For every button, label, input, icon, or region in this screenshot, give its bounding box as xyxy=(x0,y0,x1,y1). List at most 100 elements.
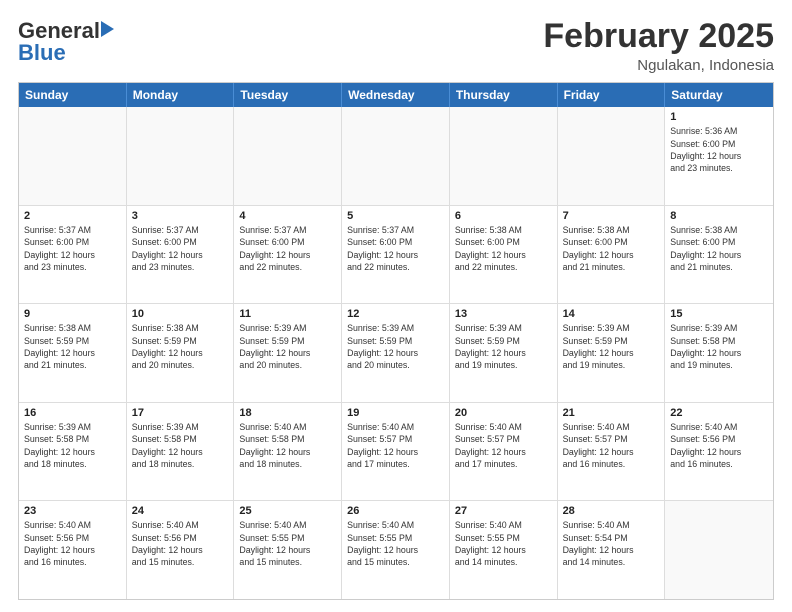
day-number: 9 xyxy=(24,308,121,320)
day-cell-3: 3 Sunrise: 5:37 AM Sunset: 6:00 PM Daylig… xyxy=(127,206,235,304)
day-number: 25 xyxy=(239,505,336,517)
day-cell-2: 2 Sunrise: 5:37 AM Sunset: 6:00 PM Daylig… xyxy=(19,206,127,304)
day-info: Sunrise: 5:40 AM Sunset: 5:58 PM Dayligh… xyxy=(239,421,336,470)
day-info: Sunrise: 5:39 AM Sunset: 5:58 PM Dayligh… xyxy=(670,322,768,371)
day-number: 5 xyxy=(347,210,444,222)
day-info: Sunrise: 5:40 AM Sunset: 5:54 PM Dayligh… xyxy=(563,519,660,568)
calendar-week-1: 1 Sunrise: 5:36 AM Sunset: 6:00 PM Daylig… xyxy=(19,107,773,206)
day-number: 16 xyxy=(24,407,121,419)
day-info: Sunrise: 5:40 AM Sunset: 5:55 PM Dayligh… xyxy=(239,519,336,568)
day-cell-19: 19Sunrise: 5:40 AM Sunset: 5:57 PM Dayli… xyxy=(342,403,450,501)
title-block: February 2025 Ngulakan, Indonesia xyxy=(543,18,774,74)
day-number: 26 xyxy=(347,505,444,517)
header: General Blue February 2025 Ngulakan, Ind… xyxy=(18,18,774,74)
day-info: Sunrise: 5:36 AM Sunset: 6:00 PM Dayligh… xyxy=(670,125,768,174)
day-info: Sunrise: 5:39 AM Sunset: 5:59 PM Dayligh… xyxy=(239,322,336,371)
day-cell-14: 14Sunrise: 5:39 AM Sunset: 5:59 PM Dayli… xyxy=(558,304,666,402)
day-number: 24 xyxy=(132,505,229,517)
day-cell-12: 12 Sunrise: 5:39 AM Sunset: 5:59 PM Dayli… xyxy=(342,304,450,402)
day-cell-26: 26 Sunrise: 5:40 AM Sunset: 5:55 PM Dayli… xyxy=(342,501,450,599)
page: General Blue February 2025 Ngulakan, Ind… xyxy=(0,0,792,612)
day-number: 28 xyxy=(563,505,660,517)
day-number: 1 xyxy=(670,111,768,123)
day-number: 23 xyxy=(24,505,121,517)
day-info: Sunrise: 5:37 AM Sunset: 6:00 PM Dayligh… xyxy=(132,224,229,273)
day-info: Sunrise: 5:38 AM Sunset: 6:00 PM Dayligh… xyxy=(563,224,660,273)
day-info: Sunrise: 5:38 AM Sunset: 6:00 PM Dayligh… xyxy=(670,224,768,273)
location: Ngulakan, Indonesia xyxy=(543,57,774,74)
day-cell-15: 15 Sunrise: 5:39 AM Sunset: 5:58 PM Dayli… xyxy=(665,304,773,402)
day-cell-16: 16 Sunrise: 5:39 AM Sunset: 5:58 PM Dayli… xyxy=(19,403,127,501)
day-number: 10 xyxy=(132,308,229,320)
calendar-week-3: 9 Sunrise: 5:38 AM Sunset: 5:59 PM Daylig… xyxy=(19,304,773,403)
day-number: 15 xyxy=(670,308,768,320)
calendar-body: 1 Sunrise: 5:36 AM Sunset: 6:00 PM Daylig… xyxy=(19,107,773,599)
day-cell-25: 25 Sunrise: 5:40 AM Sunset: 5:55 PM Dayli… xyxy=(234,501,342,599)
day-cell-empty-0-2 xyxy=(234,107,342,205)
day-info: Sunrise: 5:37 AM Sunset: 6:00 PM Dayligh… xyxy=(239,224,336,273)
day-info: Sunrise: 5:40 AM Sunset: 5:57 PM Dayligh… xyxy=(455,421,552,470)
day-info: Sunrise: 5:39 AM Sunset: 5:58 PM Dayligh… xyxy=(24,421,121,470)
day-cell-empty-0-5 xyxy=(558,107,666,205)
day-info: Sunrise: 5:37 AM Sunset: 6:00 PM Dayligh… xyxy=(24,224,121,273)
day-cell-4: 4 Sunrise: 5:37 AM Sunset: 6:00 PM Daylig… xyxy=(234,206,342,304)
day-cell-7: 7Sunrise: 5:38 AM Sunset: 6:00 PM Daylig… xyxy=(558,206,666,304)
day-number: 8 xyxy=(670,210,768,222)
day-cell-8: 8 Sunrise: 5:38 AM Sunset: 6:00 PM Daylig… xyxy=(665,206,773,304)
day-info: Sunrise: 5:39 AM Sunset: 5:59 PM Dayligh… xyxy=(347,322,444,371)
day-info: Sunrise: 5:40 AM Sunset: 5:57 PM Dayligh… xyxy=(563,421,660,470)
day-cell-28: 28 Sunrise: 5:40 AM Sunset: 5:54 PM Dayli… xyxy=(558,501,666,599)
day-cell-empty-0-4 xyxy=(450,107,558,205)
day-info: Sunrise: 5:39 AM Sunset: 5:59 PM Dayligh… xyxy=(563,322,660,371)
day-cell-11: 11 Sunrise: 5:39 AM Sunset: 5:59 PM Dayli… xyxy=(234,304,342,402)
day-cell-24: 24Sunrise: 5:40 AM Sunset: 5:56 PM Dayli… xyxy=(127,501,235,599)
day-cell-empty-0-1 xyxy=(127,107,235,205)
calendar: SundayMondayTuesdayWednesdayThursdayFrid… xyxy=(18,82,774,600)
day-number: 27 xyxy=(455,505,552,517)
header-day-thursday: Thursday xyxy=(450,83,558,107)
day-cell-empty-4-6 xyxy=(665,501,773,599)
day-number: 21 xyxy=(563,407,660,419)
header-day-tuesday: Tuesday xyxy=(234,83,342,107)
day-number: 11 xyxy=(239,308,336,320)
day-info: Sunrise: 5:40 AM Sunset: 5:55 PM Dayligh… xyxy=(347,519,444,568)
day-cell-17: 17 Sunrise: 5:39 AM Sunset: 5:58 PM Dayli… xyxy=(127,403,235,501)
day-cell-27: 27 Sunrise: 5:40 AM Sunset: 5:55 PM Dayli… xyxy=(450,501,558,599)
calendar-header: SundayMondayTuesdayWednesdayThursdayFrid… xyxy=(19,83,773,107)
day-number: 18 xyxy=(239,407,336,419)
day-number: 12 xyxy=(347,308,444,320)
day-cell-18: 18 Sunrise: 5:40 AM Sunset: 5:58 PM Dayli… xyxy=(234,403,342,501)
day-info: Sunrise: 5:39 AM Sunset: 5:59 PM Dayligh… xyxy=(455,322,552,371)
day-cell-22: 22Sunrise: 5:40 AM Sunset: 5:56 PM Dayli… xyxy=(665,403,773,501)
day-number: 4 xyxy=(239,210,336,222)
day-info: Sunrise: 5:38 AM Sunset: 5:59 PM Dayligh… xyxy=(132,322,229,371)
day-number: 2 xyxy=(24,210,121,222)
header-day-monday: Monday xyxy=(127,83,235,107)
day-number: 17 xyxy=(132,407,229,419)
day-cell-13: 13 Sunrise: 5:39 AM Sunset: 5:59 PM Dayli… xyxy=(450,304,558,402)
day-cell-empty-0-3 xyxy=(342,107,450,205)
day-cell-9: 9Sunrise: 5:38 AM Sunset: 5:59 PM Daylig… xyxy=(19,304,127,402)
calendar-week-4: 16 Sunrise: 5:39 AM Sunset: 5:58 PM Dayli… xyxy=(19,403,773,502)
day-info: Sunrise: 5:40 AM Sunset: 5:56 PM Dayligh… xyxy=(24,519,121,568)
day-cell-1: 1 Sunrise: 5:36 AM Sunset: 6:00 PM Daylig… xyxy=(665,107,773,205)
day-info: Sunrise: 5:40 AM Sunset: 5:55 PM Dayligh… xyxy=(455,519,552,568)
day-cell-23: 23 Sunrise: 5:40 AM Sunset: 5:56 PM Dayli… xyxy=(19,501,127,599)
month-title: February 2025 xyxy=(543,18,774,55)
logo-blue-text: Blue xyxy=(18,40,66,66)
day-number: 19 xyxy=(347,407,444,419)
calendar-week-2: 2 Sunrise: 5:37 AM Sunset: 6:00 PM Daylig… xyxy=(19,206,773,305)
day-info: Sunrise: 5:39 AM Sunset: 5:58 PM Dayligh… xyxy=(132,421,229,470)
day-cell-6: 6 Sunrise: 5:38 AM Sunset: 6:00 PM Daylig… xyxy=(450,206,558,304)
day-number: 6 xyxy=(455,210,552,222)
day-cell-21: 21 Sunrise: 5:40 AM Sunset: 5:57 PM Dayli… xyxy=(558,403,666,501)
header-day-sunday: Sunday xyxy=(19,83,127,107)
header-day-friday: Friday xyxy=(558,83,666,107)
day-cell-20: 20Sunrise: 5:40 AM Sunset: 5:57 PM Dayli… xyxy=(450,403,558,501)
calendar-week-5: 23 Sunrise: 5:40 AM Sunset: 5:56 PM Dayli… xyxy=(19,501,773,599)
day-info: Sunrise: 5:38 AM Sunset: 6:00 PM Dayligh… xyxy=(455,224,552,273)
day-number: 13 xyxy=(455,308,552,320)
header-day-wednesday: Wednesday xyxy=(342,83,450,107)
day-number: 3 xyxy=(132,210,229,222)
day-cell-10: 10 Sunrise: 5:38 AM Sunset: 5:59 PM Dayli… xyxy=(127,304,235,402)
